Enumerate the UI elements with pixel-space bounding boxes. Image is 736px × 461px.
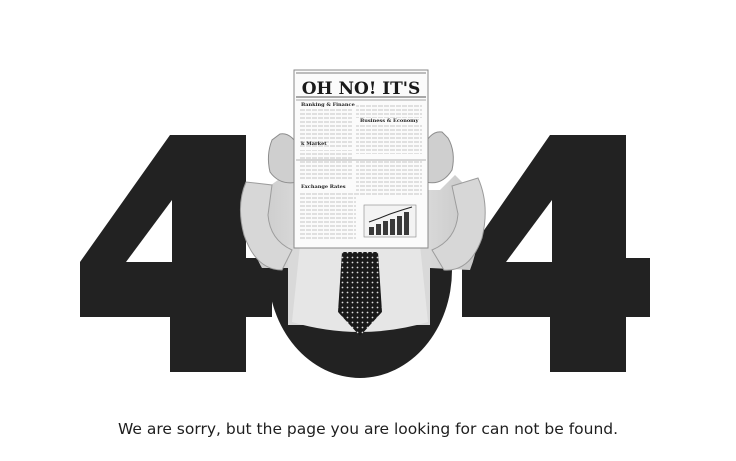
section-business: Business & Economy <box>360 118 419 124</box>
not-found-message: We are sorry, but the page you are looki… <box>117 420 619 438</box>
newspaper-headline: OH NO! IT'S <box>302 79 421 99</box>
section-banking: Banking & Finance <box>301 102 355 108</box>
not-found-page: OH NO! IT'S Banking & Finance Business &… <box>0 0 736 461</box>
digit-four-right <box>462 135 650 372</box>
error-illustration: OH NO! IT'S Banking & Finance Business &… <box>0 0 736 400</box>
section-market: k Market <box>301 141 327 147</box>
section-exchange: Exchange Rates <box>301 184 346 190</box>
digit-four-left <box>80 135 272 372</box>
newspaper-chart <box>363 204 417 238</box>
newspaper: OH NO! IT'S Banking & Finance Business &… <box>293 69 429 249</box>
